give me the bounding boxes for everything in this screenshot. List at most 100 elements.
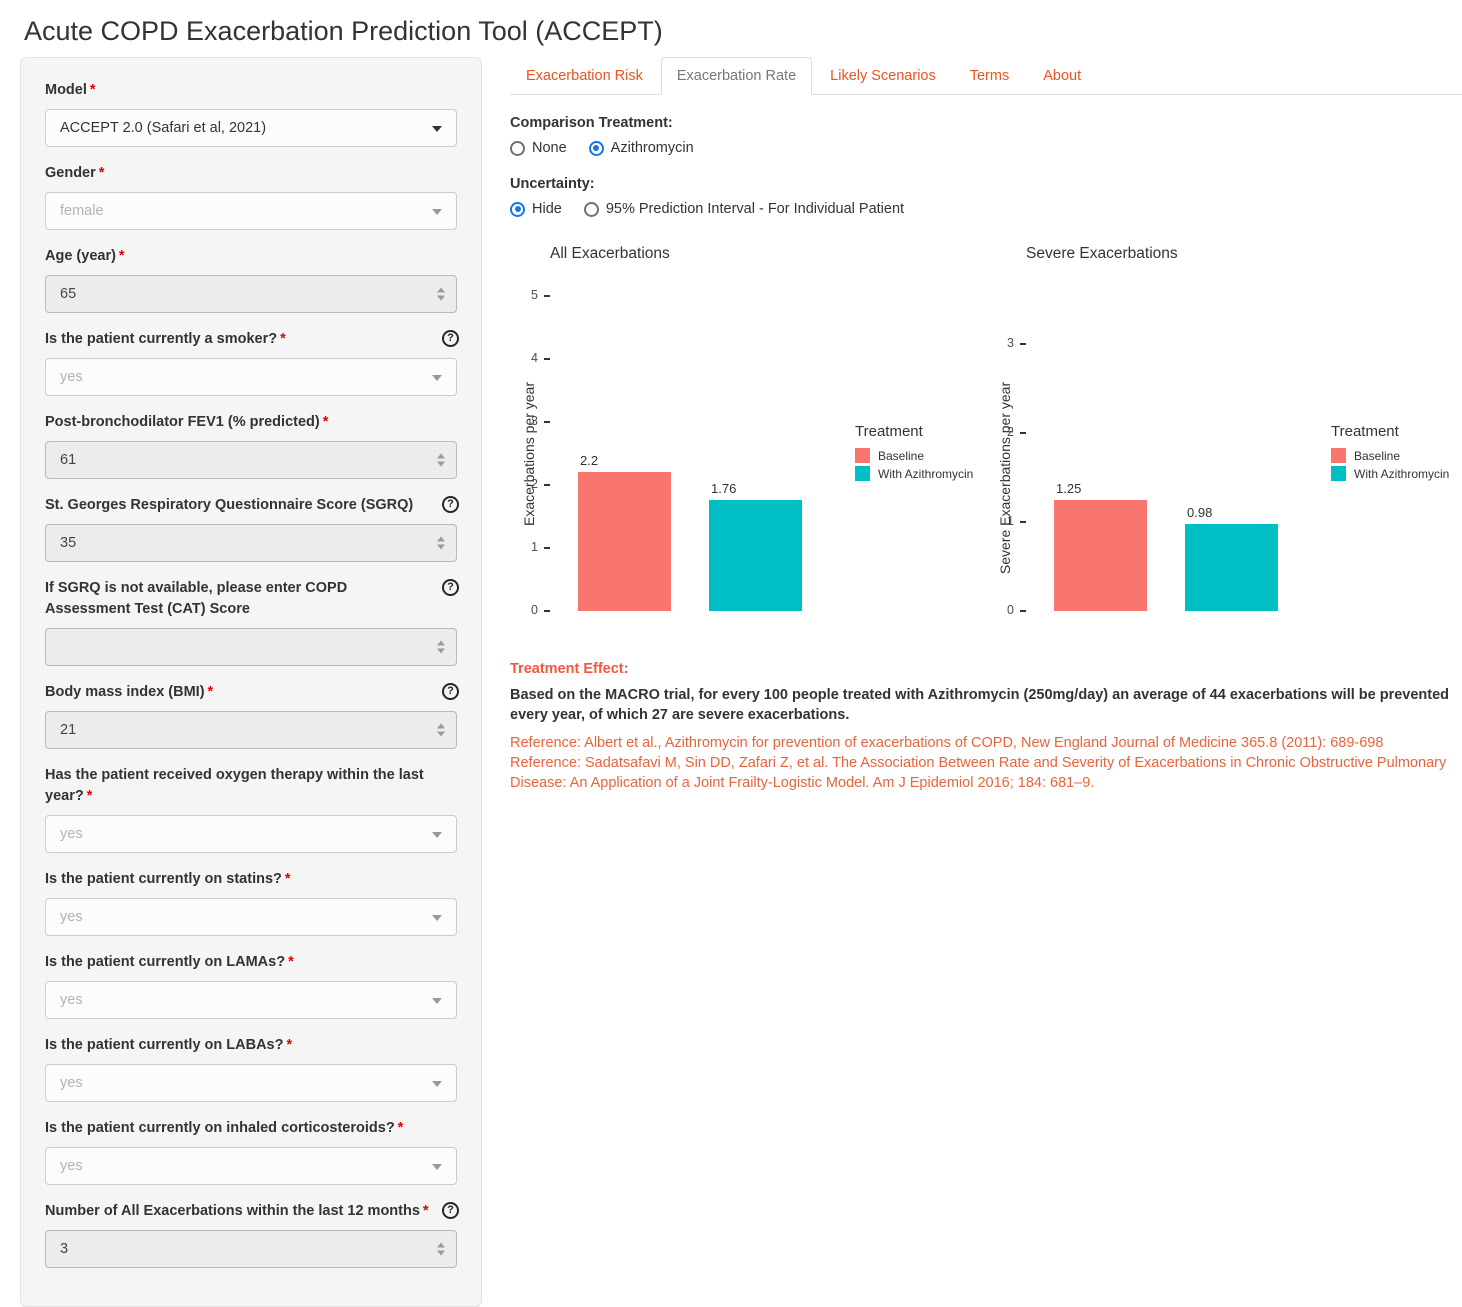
number-spinner[interactable] [437, 641, 445, 654]
number-spinner[interactable] [437, 537, 445, 550]
field-label: Body mass index (BMI)* [45, 682, 457, 703]
y-tick-label: 1 [988, 514, 1014, 528]
spinner-down-icon [437, 296, 445, 301]
y-tick-mark [544, 484, 550, 486]
legend-swatch [855, 466, 870, 481]
radio-option-95-prediction-interval-for-ind[interactable]: 95% Prediction Interval - For Individual… [584, 201, 904, 217]
y-axis-label-text: Exacerbations per year [521, 382, 537, 526]
form-field-number-of-all-exacerbations-within-the-l: Number of All Exacerbations within the l… [45, 1201, 457, 1268]
treatment-effect-heading: Treatment Effect: [510, 659, 1450, 679]
chevron-down-icon [432, 832, 442, 838]
y-tick-label: 2 [988, 425, 1014, 439]
number-input[interactable]: 21 [45, 711, 457, 749]
y-tick-mark [1020, 610, 1026, 612]
chevron-down-icon [432, 375, 442, 381]
radio-option-label: Azithromycin [611, 140, 694, 156]
help-icon[interactable]: ? [442, 579, 459, 596]
number-spinner[interactable] [437, 288, 445, 301]
spinner-down-icon [437, 732, 445, 737]
radio-option-hide[interactable]: Hide [510, 201, 562, 217]
spinner-up-icon [437, 641, 445, 646]
select-input[interactable]: female [45, 192, 457, 230]
field-label: Is the patient currently a smoker?* [45, 329, 457, 350]
legend-item-with-azithromycin: With Azithromycin [855, 466, 973, 481]
select-input[interactable]: yes [45, 1147, 457, 1185]
form-field-age-year: Age (year)*65 [45, 246, 457, 313]
comparison-treatment-options: None Azithromycin [510, 140, 1462, 156]
number-input[interactable]: 35 [45, 524, 457, 562]
number-input[interactable]: 61 [45, 441, 457, 479]
field-label: Post-bronchodilator FEV1 (% predicted)* [45, 412, 457, 433]
field-label: Is the patient currently on statins?* [45, 869, 457, 890]
number-input[interactable]: 65 [45, 275, 457, 313]
select-input[interactable]: ACCEPT 2.0 (Safari et al, 2021) [45, 109, 457, 147]
legend-item-label: Baseline [878, 449, 924, 463]
select-input[interactable]: yes [45, 1064, 457, 1102]
field-label: Gender* [45, 163, 457, 184]
select-input[interactable]: yes [45, 815, 457, 853]
comparison-treatment-label: Comparison Treatment: [510, 115, 1462, 131]
number-spinner[interactable] [437, 1243, 445, 1256]
spinner-up-icon [437, 288, 445, 293]
legend-title: Treatment [855, 423, 973, 440]
help-icon[interactable]: ? [442, 496, 459, 513]
legend-title: Treatment [1331, 423, 1449, 440]
field-label: St. Georges Respiratory Questionnaire Sc… [45, 495, 457, 516]
number-input[interactable] [45, 628, 457, 666]
radio-button-icon[interactable] [510, 202, 525, 217]
help-icon[interactable]: ? [442, 330, 459, 347]
select-input[interactable]: yes [45, 898, 457, 936]
number-spinner[interactable] [437, 724, 445, 737]
radio-option-azithromycin[interactable]: Azithromycin [589, 140, 694, 156]
legend-swatch [1331, 448, 1346, 463]
number-spinner[interactable] [437, 454, 445, 467]
field-label: Has the patient received oxygen therapy … [45, 765, 457, 807]
tab-likely-scenarios[interactable]: Likely Scenarios [814, 57, 952, 95]
form-field-is-the-patient-currently-on-inhaled-cort: Is the patient currently on inhaled cort… [45, 1118, 457, 1185]
chevron-down-icon [432, 209, 442, 215]
bar-value-label: 1.25 [1056, 481, 1081, 496]
tab-bar: Exacerbation RiskExacerbation RateLikely… [510, 57, 1462, 95]
tab-terms[interactable]: Terms [954, 57, 1025, 95]
select-input[interactable]: yes [45, 981, 457, 1019]
layout: Model* ACCEPT 2.0 (Safari et al, 2021) Gen… [0, 57, 1462, 1307]
radio-button-icon[interactable] [589, 141, 604, 156]
y-tick-mark [544, 421, 550, 423]
form-field-body-mass-index-bmi: Body mass index (BMI)*? 21 [45, 682, 457, 749]
y-tick-mark [544, 295, 550, 297]
y-tick-mark [544, 358, 550, 360]
legend-item-with-azithromycin: With Azithromycin [1331, 466, 1449, 481]
y-axis-label-text: Severe Exacerbations per year [997, 381, 1013, 573]
form-field-has-the-patient-received-oxygen-therapy-: Has the patient received oxygen therapy … [45, 765, 457, 853]
sidebar-form: Model* ACCEPT 2.0 (Safari et al, 2021) Gen… [20, 57, 482, 1307]
field-label: Model* [45, 80, 457, 101]
legend-item-baseline: Baseline [855, 448, 973, 463]
chevron-down-icon [432, 1164, 442, 1170]
reference-1: Reference: Albert et al., Azithromycin f… [510, 733, 1450, 753]
chevron-down-icon [432, 915, 442, 921]
tab-about[interactable]: About [1027, 57, 1097, 95]
form-field-is-the-patient-currently-a-smoker: Is the patient currently a smoker?*? yes [45, 329, 457, 396]
number-input[interactable]: 3 [45, 1230, 457, 1268]
form-field-gender: Gender* female [45, 163, 457, 230]
legend-swatch [855, 448, 870, 463]
radio-button-icon[interactable] [510, 141, 525, 156]
tab-exacerbation-rate[interactable]: Exacerbation Rate [661, 57, 812, 95]
radio-option-none[interactable]: None [510, 140, 567, 156]
tab-exacerbation-risk[interactable]: Exacerbation Risk [510, 57, 659, 95]
radio-button-icon[interactable] [584, 202, 599, 217]
help-icon[interactable]: ? [442, 683, 459, 700]
spinner-up-icon [437, 537, 445, 542]
form-field-if-sgrq-is-not-available-please-enter-co: If SGRQ is not available, please enter C… [45, 578, 457, 666]
help-icon[interactable]: ? [442, 1202, 459, 1219]
legend-item-label: With Azithromycin [1354, 467, 1449, 481]
bar-value-label: 1.76 [711, 481, 736, 496]
comparison-treatment-group: Comparison Treatment: None Azithromycin [510, 115, 1462, 156]
select-input[interactable]: yes [45, 358, 457, 396]
y-tick-label: 3 [988, 336, 1014, 350]
spinner-up-icon [437, 454, 445, 459]
form-field-is-the-patient-currently-on-statins: Is the patient currently on statins?* yes [45, 869, 457, 936]
field-label: Is the patient currently on LABAs?* [45, 1035, 457, 1056]
bar-with-azithromycin [1185, 524, 1278, 611]
field-label: Number of All Exacerbations within the l… [45, 1201, 457, 1222]
